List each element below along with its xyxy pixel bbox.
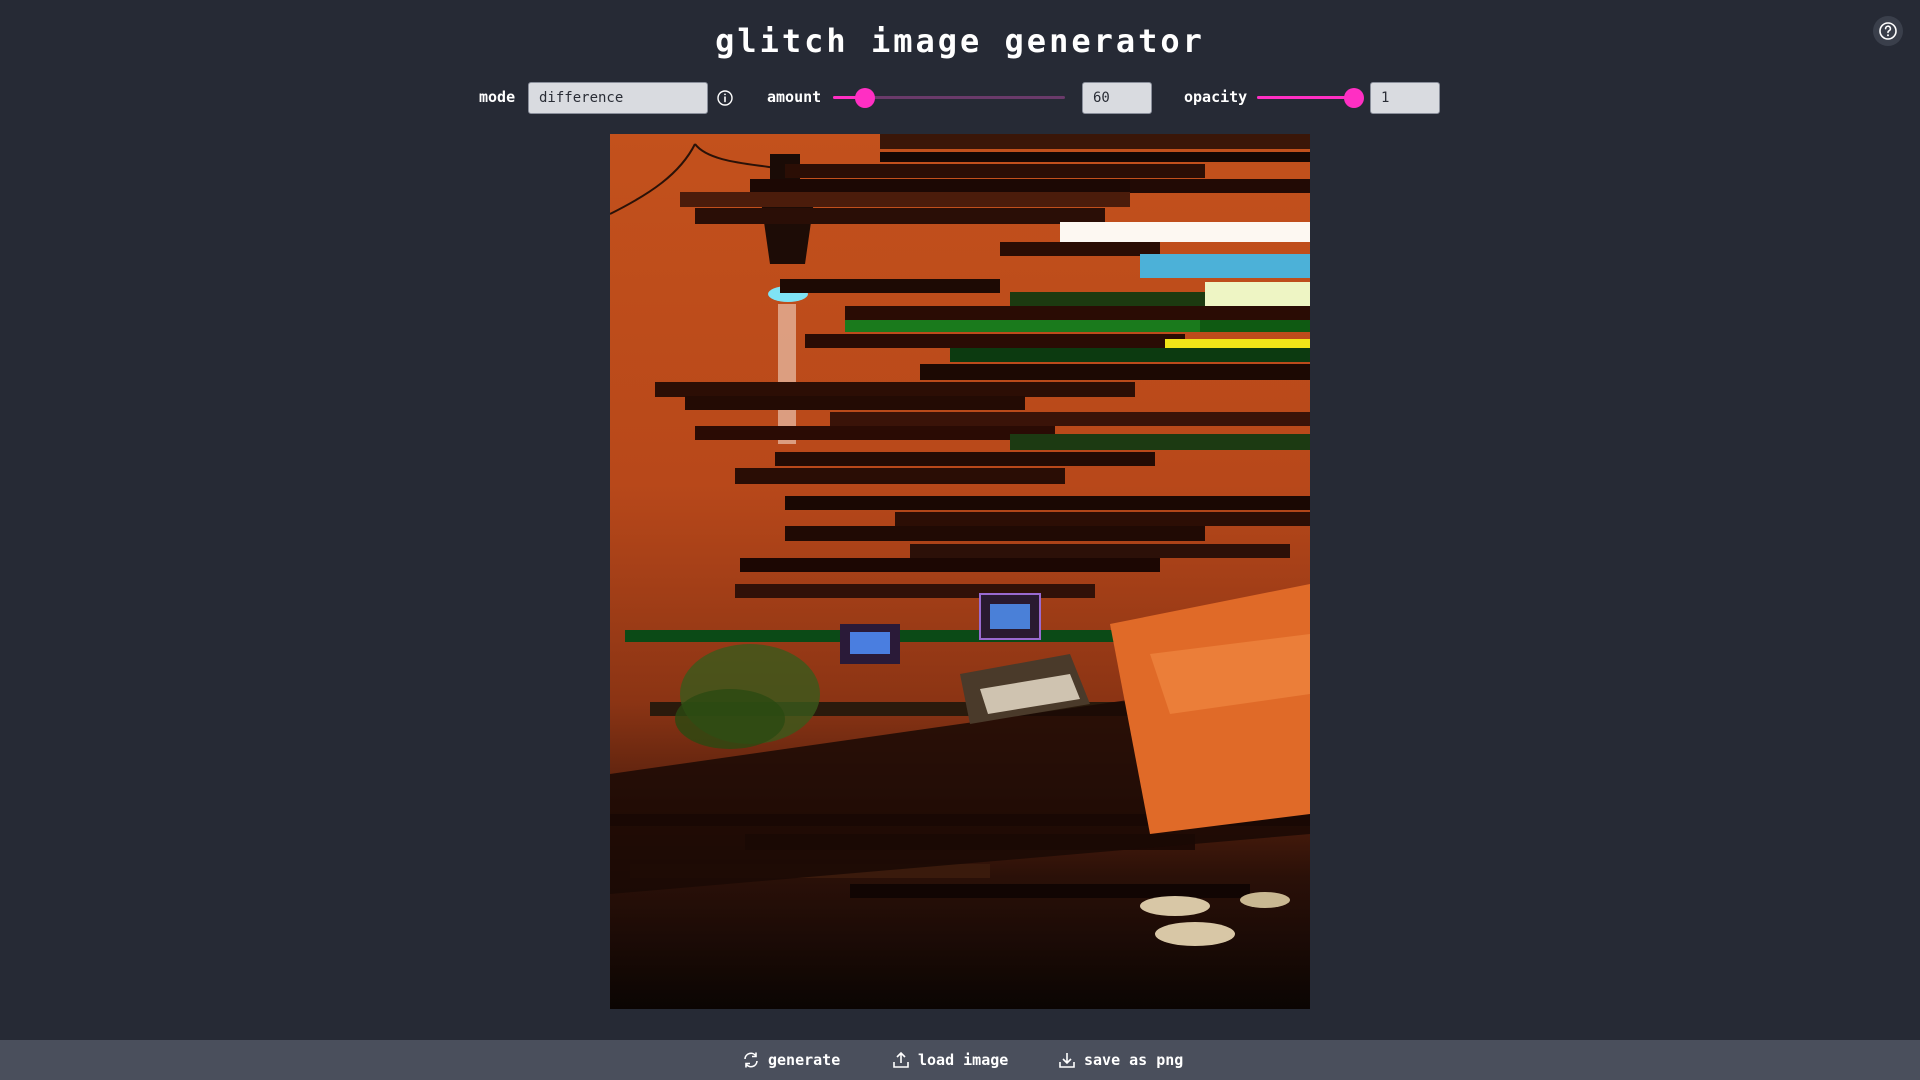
amount-label: amount bbox=[767, 88, 822, 106]
amount-slider-thumb[interactable] bbox=[855, 88, 876, 108]
action-bar: generate load image save as png bbox=[0, 1040, 1920, 1080]
load-image-label: load image bbox=[918, 1051, 1009, 1069]
amount-input[interactable]: 60 bbox=[1082, 82, 1152, 114]
app-root: glitch image generator mode difference a… bbox=[0, 0, 1920, 1080]
upload-icon bbox=[893, 1051, 909, 1068]
opacity-slider-thumb[interactable] bbox=[1344, 88, 1364, 108]
save-png-button[interactable]: save as png bbox=[1058, 1050, 1183, 1070]
mode-label: mode bbox=[479, 88, 516, 106]
amount-slider[interactable] bbox=[833, 88, 1065, 108]
save-png-label: save as png bbox=[1084, 1051, 1184, 1069]
generate-button[interactable]: generate bbox=[742, 1050, 840, 1070]
opacity-input[interactable]: 1 bbox=[1370, 82, 1440, 114]
refresh-icon bbox=[744, 1052, 758, 1068]
opacity-slider[interactable] bbox=[1257, 88, 1364, 108]
mode-select[interactable]: difference bbox=[528, 82, 708, 114]
controls-bar: mode difference amount 60 opacity 1 bbox=[0, 82, 1920, 114]
question-circle-icon bbox=[1879, 22, 1897, 40]
opacity-label: opacity bbox=[1184, 88, 1248, 106]
glitch-canvas[interactable] bbox=[610, 134, 1310, 1009]
glitch-image bbox=[610, 134, 1310, 946]
load-image-button[interactable]: load image bbox=[892, 1050, 1008, 1070]
opacity-slider-fill bbox=[1257, 96, 1354, 99]
generate-label: generate bbox=[768, 1051, 841, 1069]
info-circle-icon[interactable] bbox=[716, 89, 734, 107]
page-title: glitch image generator bbox=[715, 22, 1205, 60]
help-button[interactable] bbox=[1873, 16, 1903, 46]
download-icon bbox=[1059, 1053, 1075, 1068]
